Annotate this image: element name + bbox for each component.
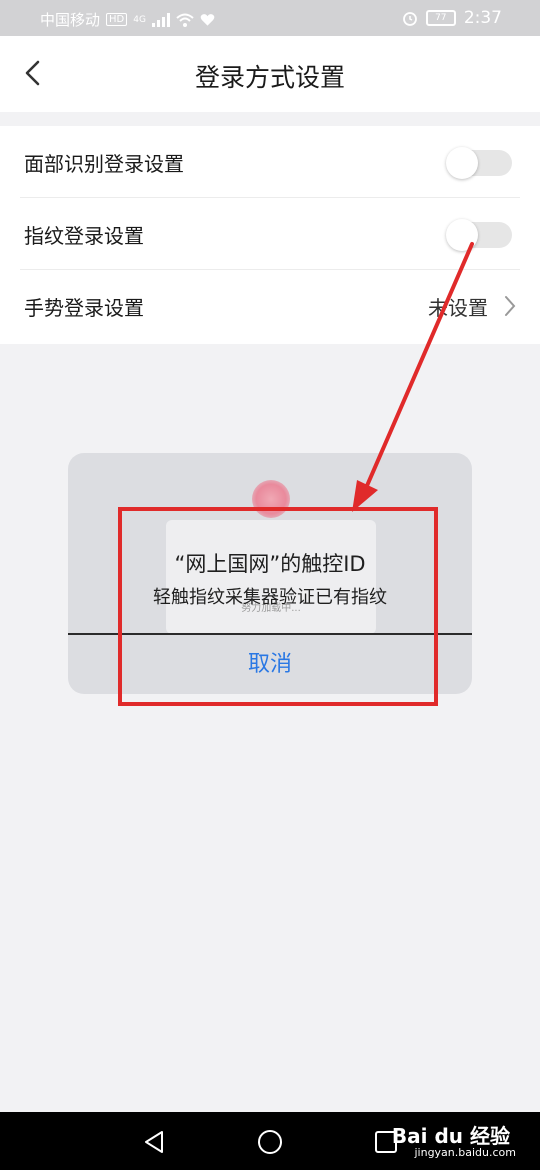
toggle-knob <box>446 147 478 179</box>
carrier-label: 中国移动 <box>40 11 101 29</box>
clock-time: 2:37 <box>463 8 502 28</box>
watermark-url: jingyan.baidu.com <box>414 1146 516 1159</box>
gesture-login-label: 手势登录设置 <box>24 296 144 320</box>
battery-level: 77 <box>435 13 447 23</box>
home-circle-icon[interactable] <box>256 1128 284 1156</box>
annotation-highlight-box <box>118 507 438 706</box>
fingerprint-login-toggle[interactable] <box>446 219 512 251</box>
gesture-login-status: 未设置 <box>428 296 488 320</box>
network-type: 4G <box>133 14 146 25</box>
chevron-right-icon <box>505 296 516 316</box>
login-settings-list: 面部识别登录设置 指纹登录设置 手势登录设置 未设置 <box>0 126 540 344</box>
alarm-icon <box>402 12 417 26</box>
face-login-toggle[interactable] <box>446 147 512 179</box>
signal-icon <box>151 12 170 27</box>
toggle-knob <box>446 219 478 251</box>
fingerprint-login-label: 指纹登录设置 <box>24 224 144 248</box>
baidu-jingyan-logo: Bai du 经验 <box>391 1124 510 1148</box>
system-nav-bar: Bai du 经验 jingyan.baidu.com <box>0 1112 540 1170</box>
battery-icon: 77 <box>425 10 456 26</box>
face-login-row[interactable]: 面部识别登录设置 <box>0 126 540 198</box>
nav-bar: 登录方式设置 <box>0 36 540 112</box>
wifi-icon <box>176 13 194 27</box>
status-bar: 中国移动 HD 4G 77 2:37 <box>0 0 540 36</box>
back-triangle-icon[interactable] <box>140 1128 168 1156</box>
hd-badge: HD <box>106 13 128 26</box>
face-login-label: 面部识别登录设置 <box>24 152 184 176</box>
page-title: 登录方式设置 <box>194 63 345 92</box>
fingerprint-login-row[interactable]: 指纹登录设置 <box>0 198 540 270</box>
heart-icon <box>200 13 215 26</box>
gesture-login-row[interactable]: 手势登录设置 未设置 <box>0 270 540 342</box>
